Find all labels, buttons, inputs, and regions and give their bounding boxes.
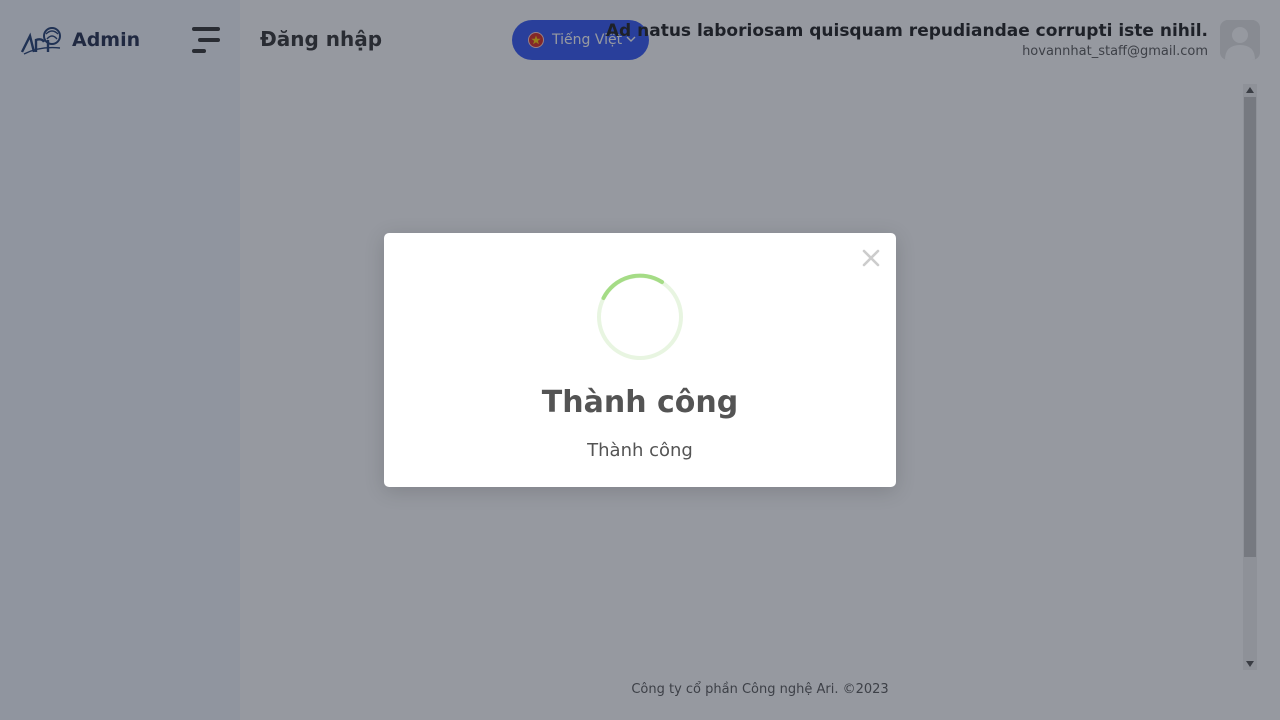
modal-backdrop[interactable]: Thành công Thành công	[0, 0, 1280, 720]
success-dialog: Thành công Thành công	[384, 233, 896, 487]
app-root: Admin Đăng nhập Tiếng Việt Ad natus labo…	[0, 0, 1280, 720]
dialog-title: Thành công	[541, 385, 739, 420]
dialog-message: Thành công	[587, 440, 693, 461]
close-icon[interactable]	[860, 247, 882, 269]
success-spinner-icon	[597, 273, 683, 360]
